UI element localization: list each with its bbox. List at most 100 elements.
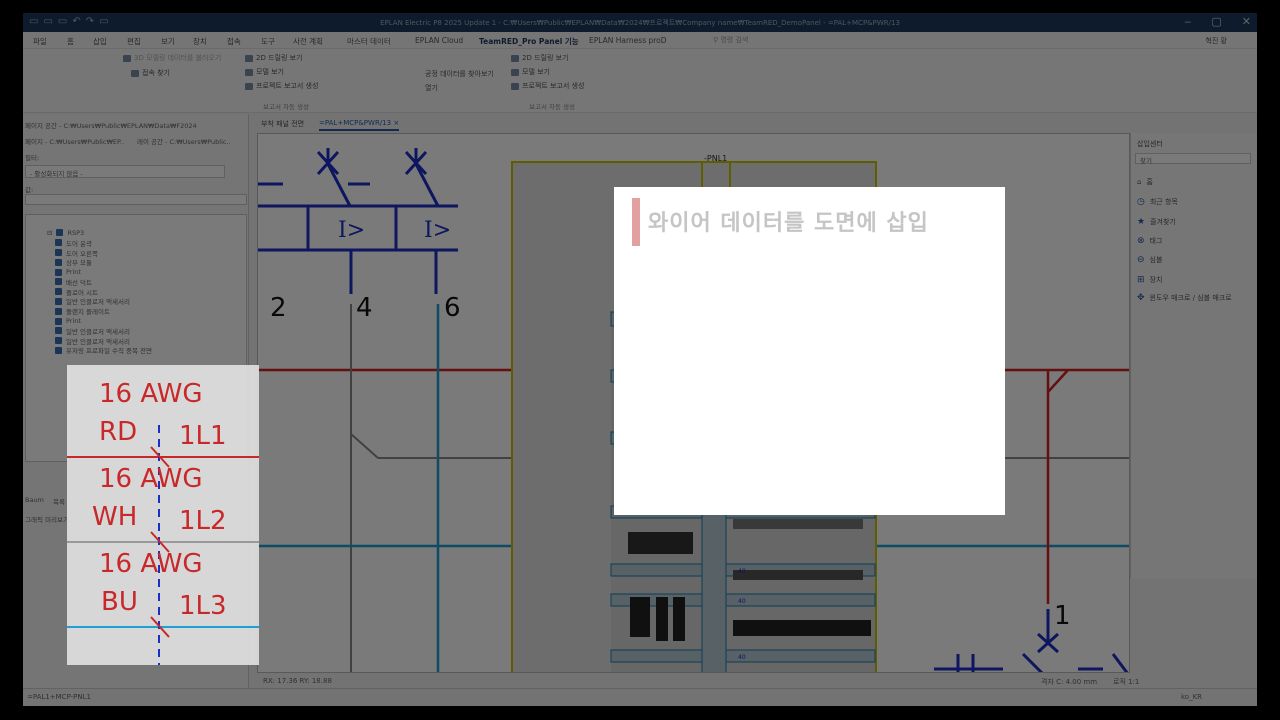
- duct-label: 40: [738, 598, 746, 605]
- drilling-view-button[interactable]: 2D 드릴링 보기: [245, 53, 303, 63]
- tree-item[interactable]: 배선 덕트: [47, 277, 152, 287]
- tree-item[interactable]: 플로어 시트: [47, 287, 152, 297]
- menu-tools[interactable]: 도구: [261, 36, 275, 47]
- tree-root[interactable]: ⊟ RSP3: [47, 228, 152, 238]
- panel-tab-pages[interactable]: 페이지 - C:₩Users₩Public₩EP..: [25, 136, 124, 146]
- open-button[interactable]: 열기: [425, 83, 438, 93]
- tree-item[interactable]: 도어 오른쪽: [47, 248, 152, 258]
- insert-item-symbols[interactable]: ⊖ 심볼: [1137, 255, 1162, 265]
- status-bar: RX: 17.36 RY: 18.88 격자 C: 4.00 mm 로직 1:1…: [23, 677, 1257, 706]
- insert-item-macros[interactable]: ✥ 윈도우 매크로 / 심볼 매크로: [1137, 293, 1247, 303]
- page-icon: [55, 268, 62, 276]
- tree-item[interactable]: 상부 모듈: [47, 257, 152, 267]
- panel-tab-layout[interactable]: 레이 공간 - C:₩Users₩Public..: [137, 136, 231, 146]
- page-icon: [55, 248, 62, 256]
- page-icon: [55, 239, 62, 247]
- tree-item[interactable]: 일반 인클로저 액세서리: [47, 336, 152, 346]
- tab-list[interactable]: 목록: [53, 496, 65, 506]
- page-icon: [55, 297, 62, 305]
- tree-item[interactable]: 플랜지 플레이트: [47, 306, 152, 316]
- close-button[interactable]: ✕: [1242, 15, 1251, 28]
- drilling-view-button-2[interactable]: 2D 드릴링 보기: [511, 53, 569, 63]
- model-view-button[interactable]: 모델 보기: [245, 67, 284, 77]
- wire-terminal: 1L2: [179, 506, 227, 536]
- tree-item[interactable]: Print: [47, 316, 152, 326]
- wire-color: BU: [101, 587, 138, 617]
- find-icon: [131, 69, 139, 77]
- page-icon: [55, 317, 62, 325]
- symbol-icon: ⊖: [1137, 255, 1145, 265]
- menu-connection[interactable]: 접속: [227, 36, 241, 47]
- wire-number: 4: [356, 293, 373, 323]
- report-icon: [245, 82, 253, 90]
- find-connection-button[interactable]: 접속 찾기: [131, 68, 170, 78]
- minimize-button[interactable]: ‒: [1184, 15, 1191, 28]
- page-icon: [55, 337, 62, 345]
- tree-item[interactable]: 일반 인클로저 액세서리: [47, 326, 152, 336]
- menu-device[interactable]: 장치: [193, 36, 207, 47]
- tab-baum[interactable]: Baum: [25, 496, 44, 504]
- tab-panel-front[interactable]: 부착 패널 전면: [261, 119, 304, 129]
- insert-item-favorites[interactable]: ★ 즐겨찾기: [1137, 217, 1176, 227]
- page-icon: [55, 278, 62, 286]
- star-icon: ★: [1137, 217, 1146, 227]
- insert-item-tags[interactable]: ⊗ 태그: [1137, 236, 1162, 246]
- page-icon: [55, 288, 62, 296]
- menu-edit[interactable]: 편집: [127, 36, 141, 47]
- current-page: =PAL1+MCP-PNL1: [27, 693, 91, 701]
- project-report-button-2[interactable]: 프로젝트 보고서 생성: [511, 81, 584, 91]
- breaker-label: I>: [424, 218, 451, 243]
- insert-center-title: 삽입센터: [1137, 140, 1163, 148]
- menu-file[interactable]: 파일: [33, 36, 47, 47]
- close-tab-icon[interactable]: ×: [393, 119, 399, 127]
- user-name[interactable]: 혁진 황: [1205, 36, 1227, 46]
- menu-master-data[interactable]: 마스터 데이터: [347, 36, 391, 47]
- menu-bar: 파일 홈 삽입 편집 보기 장치 접속 도구 사전 계획 마스터 데이터 EPL…: [23, 32, 1257, 51]
- project-report-button[interactable]: 프로젝트 보고서 생성: [245, 81, 318, 91]
- cube-icon: [123, 54, 131, 62]
- menu-insert[interactable]: 삽입: [93, 36, 107, 47]
- logic-scale[interactable]: 로직 1:1: [1113, 677, 1139, 687]
- duct-label: 40: [738, 568, 746, 575]
- process-data-button[interactable]: 공정 데이터를 찾아보기: [425, 69, 494, 79]
- menu-preplanning[interactable]: 사전 계획: [293, 36, 323, 47]
- page-icon: [55, 346, 62, 354]
- menu-harness[interactable]: EPLAN Harness proD: [589, 36, 667, 45]
- locale: ko_KR: [1181, 693, 1203, 701]
- ribbon-group-label-2: 보고서 자동 생성: [529, 103, 575, 111]
- title-bar: ▭ ▭ ▭ ↶ ↷ ▭ EPLAN Electric P8 2025 Updat…: [23, 13, 1257, 32]
- ribbon: 3D 모델링 데이터를 불러오기 접속 찾기 2D 드릴링 보기 모델 보기 프…: [23, 49, 1257, 113]
- grid-setting[interactable]: 격자 C: 4.00 mm: [1041, 677, 1097, 687]
- insert-nav-home[interactable]: ⌂ 홈: [1137, 177, 1153, 187]
- page-icon: [55, 307, 62, 315]
- breaker-symbols-right: [934, 609, 1129, 672]
- tree-item[interactable]: Print: [47, 267, 152, 277]
- menu-home[interactable]: 홈: [67, 36, 74, 47]
- insert-search-input[interactable]: 찾기: [1135, 153, 1251, 165]
- macro-icon: ✥: [1137, 293, 1145, 303]
- menu-view[interactable]: 보기: [161, 36, 175, 47]
- drill-icon: [245, 54, 253, 62]
- device-icon: ⊞: [1137, 275, 1145, 285]
- search-placeholder: 명령 검색: [720, 36, 749, 44]
- tree-item[interactable]: 유저링 프로파일 수직 중복 전면: [47, 346, 152, 355]
- dialog-title: 와이어 데이터를 도면에 삽입: [648, 211, 929, 236]
- filter-select[interactable]: - 활성화되지 않음 -: [25, 165, 225, 178]
- wire-terminal: 1L1: [179, 421, 227, 451]
- import-3d-button[interactable]: 3D 모델링 데이터를 불러오기: [123, 53, 221, 63]
- model-view-button-2[interactable]: 모델 보기: [511, 67, 550, 77]
- breaker-label: I>: [338, 218, 365, 243]
- report-icon: [511, 82, 519, 90]
- filter-label: 필터:: [25, 154, 40, 162]
- menu-eplan-cloud[interactable]: EPLAN Cloud: [415, 36, 463, 45]
- insert-item-recent[interactable]: ◷ 최근 항목: [1137, 197, 1178, 207]
- maximize-button[interactable]: ▢: [1211, 15, 1221, 28]
- value-input[interactable]: [25, 194, 247, 205]
- command-search[interactable]: ⚲ 명령 검색: [713, 35, 748, 45]
- tree-item[interactable]: 도어 윤곽: [47, 238, 152, 248]
- project-icon: [56, 229, 64, 237]
- tree-item[interactable]: 일반 인클로저 액세서리: [47, 297, 152, 306]
- insert-item-devices[interactable]: ⊞ 장치: [1137, 275, 1162, 285]
- panel-label: -PNL1: [704, 154, 727, 163]
- tab-active-page[interactable]: =PAL+MCP&PWR/13 ×: [319, 119, 400, 131]
